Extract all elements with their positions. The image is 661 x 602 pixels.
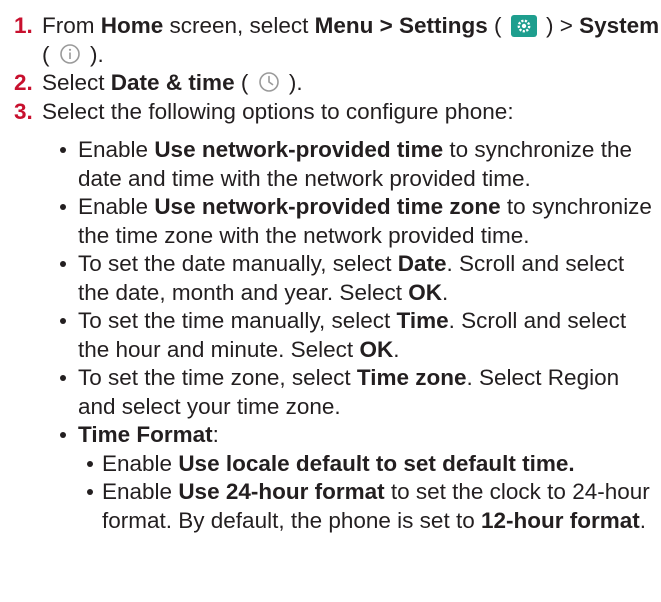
step-term: Menu > Settings	[314, 13, 488, 38]
step-term: Date & time	[110, 70, 235, 95]
info-icon	[59, 43, 80, 64]
step-text: ) >	[539, 13, 580, 38]
step-text: screen, select	[163, 13, 315, 38]
step-3: 3. Select the following options to confi…	[14, 98, 661, 127]
step-term: System	[579, 13, 660, 38]
step-term: Home	[100, 13, 164, 38]
step-text: (	[487, 13, 508, 38]
step-1: 1. From Home screen, select Menu > Setti…	[14, 12, 661, 69]
clock-icon	[258, 72, 279, 92]
step-text: From	[42, 13, 101, 38]
step-2: 2. Select Date & time ( ).	[14, 69, 661, 98]
time-format-list: Enable Use locale default to set default…	[78, 450, 661, 536]
instructions: 1. From Home screen, select Menu > Setti…	[0, 0, 661, 535]
step-text: Select	[42, 70, 111, 95]
step-text: ).	[282, 70, 303, 95]
option-list: Enable Use network-provided time to sync…	[14, 136, 661, 535]
list-item: To set the date manually, select Date. S…	[54, 250, 661, 307]
step-text: (	[42, 41, 56, 67]
gear-icon	[510, 15, 537, 37]
list-item: To set the time manually, select Time. S…	[54, 307, 661, 364]
step-number: 2.	[14, 70, 33, 95]
step-number: 1.	[14, 13, 33, 38]
list-item: Enable Use network-provided time to sync…	[54, 136, 661, 193]
step-text: ).	[83, 41, 104, 67]
list-item: Enable Use locale default to set default…	[84, 450, 661, 479]
step-number: 3.	[14, 98, 33, 124]
list-item: Enable Use network-provided time zone to…	[54, 193, 661, 250]
list-item: To set the time zone, select Time zone. …	[54, 364, 661, 421]
step-text: Select the following options to configur…	[42, 98, 514, 124]
list-item: Enable Use 24-hour format to set the clo…	[84, 478, 661, 535]
step-text: (	[234, 70, 255, 95]
list-item-time-format: Time Format: Enable Use locale default t…	[54, 421, 661, 535]
